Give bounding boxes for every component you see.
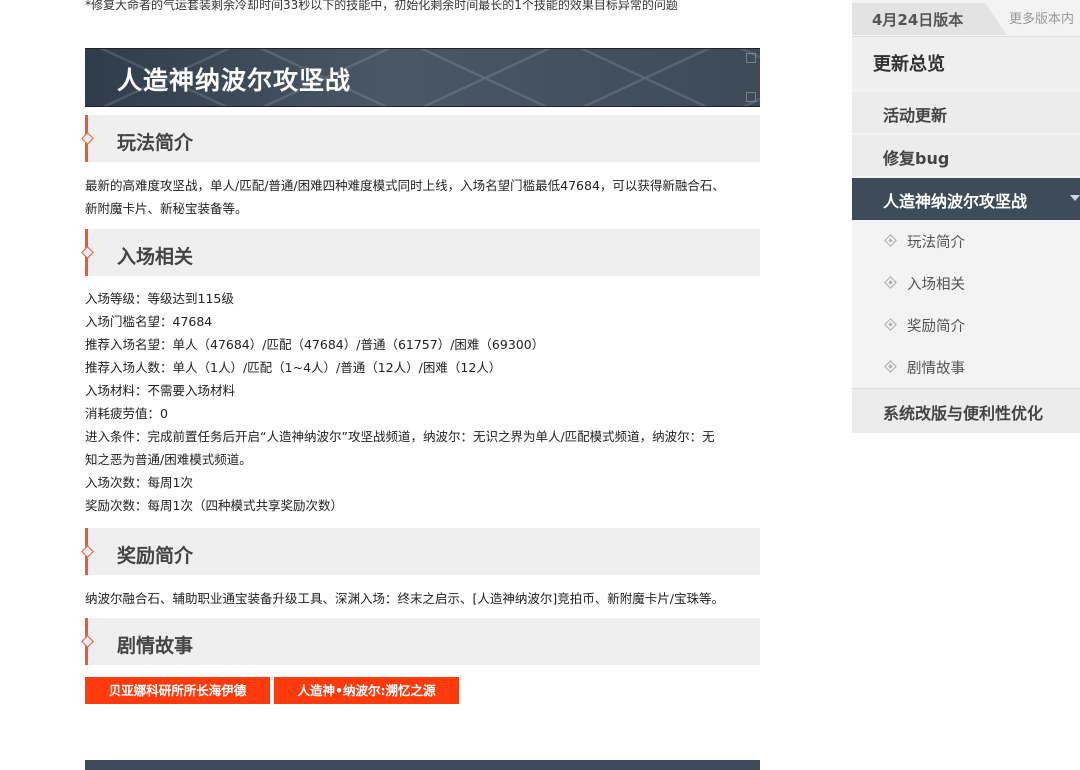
- sidebar-item-label: 系统改版与便利性优化: [883, 404, 1044, 423]
- sidebar-subitem-label: 入场相关: [907, 277, 965, 293]
- sidebar-nav: 4月24日版本 更多版本内 更新总览 活动更新 修复bug 人造神纳波尔攻坚战 …: [852, 0, 1080, 433]
- more-versions-link[interactable]: 更多版本内: [1009, 8, 1074, 27]
- sidebar-item-raid[interactable]: 人造神纳波尔攻坚战: [852, 178, 1080, 220]
- sidebar-subitem-label: 剧情故事: [907, 361, 965, 377]
- section-header-gameplay: 玩法简介: [81, 115, 760, 162]
- section-header-entry: 入场相关: [81, 229, 760, 276]
- text-line: 入场门槛名望：47684: [85, 314, 213, 329]
- diamond-icon: [81, 545, 94, 558]
- diamond-icon: [81, 132, 94, 145]
- section-header-rewards: 奖励简介: [81, 528, 760, 575]
- entry-text: 入场等级：等级达到115级 入场门槛名望：47684 推荐入场名望：单人（476…: [85, 287, 760, 517]
- text-line: 知之恶为普通/困难模式频道。: [85, 452, 252, 467]
- sidebar-subitem-label: 玩法简介: [907, 235, 965, 251]
- diamond-bullet-icon: [884, 276, 897, 289]
- sidebar-subitem-label: 奖励简介: [907, 319, 965, 335]
- diamond-bullet-icon: [884, 318, 897, 331]
- text-line: 推荐入场名望：单人（47684）/匹配（47684）/普通（61757）/困难（…: [85, 337, 545, 352]
- sidebar-item-system[interactable]: 系统改版与便利性优化: [852, 388, 1080, 433]
- text-line: 入场等级：等级达到115级: [85, 291, 234, 306]
- section-title: 剧情故事: [117, 635, 194, 657]
- sidebar-subitem-rewards[interactable]: 奖励简介: [852, 304, 1080, 345]
- text-line: 最新的高难度攻坚战，单人/匹配/普通/困难四种难度模式同时上线，入场名望门槛最低…: [85, 178, 725, 193]
- sidebar-item-overview[interactable]: 更新总览: [852, 36, 1080, 89]
- diamond-icon: [81, 246, 94, 259]
- version-tab[interactable]: 4月24日版本: [852, 3, 1007, 35]
- next-section-header: [85, 760, 760, 770]
- section-title: 玩法简介: [117, 132, 194, 154]
- story-button-napol[interactable]: 人造神•纳波尔:溯忆之源: [274, 677, 459, 704]
- rewards-text: 纳波尔融合石、辅助职业通宝装备升级工具、深渊入场：终末之启示、[人造神纳波尔]竞…: [85, 587, 760, 610]
- sidebar-item-label: 活动更新: [883, 106, 948, 125]
- caret-down-icon: [1070, 195, 1080, 201]
- gameplay-text: 最新的高难度攻坚战，单人/匹配/普通/困难四种难度模式同时上线，入场名望门槛最低…: [85, 174, 760, 220]
- text-line: 新附魔卡片、新秘宝装备等。: [85, 201, 248, 216]
- story-button-heide[interactable]: 贝亚娜科研所所长海伊德: [85, 677, 270, 704]
- text-line: 入场次数：每周1次: [85, 475, 193, 490]
- top-note-text: *修复大命者的气运套装剩余冷却时间33秒以下的技能中，初始化剩余时间最长的1个技…: [85, 0, 678, 12]
- text-line: 奖励次数：每周1次（四种模式共享奖励次数）: [85, 498, 343, 513]
- text-line: 入场材料：不需要入场材料: [85, 383, 236, 398]
- header-corner-deco: [746, 53, 756, 63]
- text-line: 纳波尔融合石、辅助职业通宝装备升级工具、深渊入场：终末之启示、[人造神纳波尔]竞…: [85, 591, 724, 606]
- sidebar-item-label: 修复bug: [883, 149, 950, 168]
- sidebar-item-label: 更新总览: [873, 54, 945, 75]
- section-title: 奖励简介: [117, 545, 194, 567]
- diamond-icon: [81, 635, 94, 648]
- diamond-bullet-icon: [884, 360, 897, 373]
- sidebar-subitem-story[interactable]: 剧情故事: [852, 346, 1080, 387]
- text-line: 进入条件：完成前置任务后开启“人造神纳波尔”攻坚战频道，纳波尔：无识之界为单人/…: [85, 429, 715, 444]
- sidebar-item-label: 人造神纳波尔攻坚战: [883, 192, 1028, 211]
- sidebar-subitem-entry[interactable]: 入场相关: [852, 262, 1080, 303]
- sidebar-item-events[interactable]: 活动更新: [852, 92, 1080, 133]
- text-line: 消耗疲劳值：0: [85, 406, 168, 421]
- main-title: 人造神纳波尔攻坚战: [117, 66, 352, 95]
- text-line: 推荐入场人数：单人（1人）/匹配（1~4人）/普通（12人）/困难（12人）: [85, 360, 502, 375]
- header-corner-deco: [746, 92, 756, 102]
- section-title: 入场相关: [117, 246, 194, 268]
- sidebar-item-bugfix[interactable]: 修复bug: [852, 135, 1080, 176]
- section-header-story: 剧情故事: [81, 618, 760, 665]
- version-tab-label: 4月24日版本: [872, 11, 964, 29]
- main-section-header: 人造神纳波尔攻坚战: [85, 48, 760, 107]
- diamond-bullet-icon: [884, 234, 897, 247]
- sidebar-subitem-gameplay[interactable]: 玩法简介: [852, 220, 1080, 261]
